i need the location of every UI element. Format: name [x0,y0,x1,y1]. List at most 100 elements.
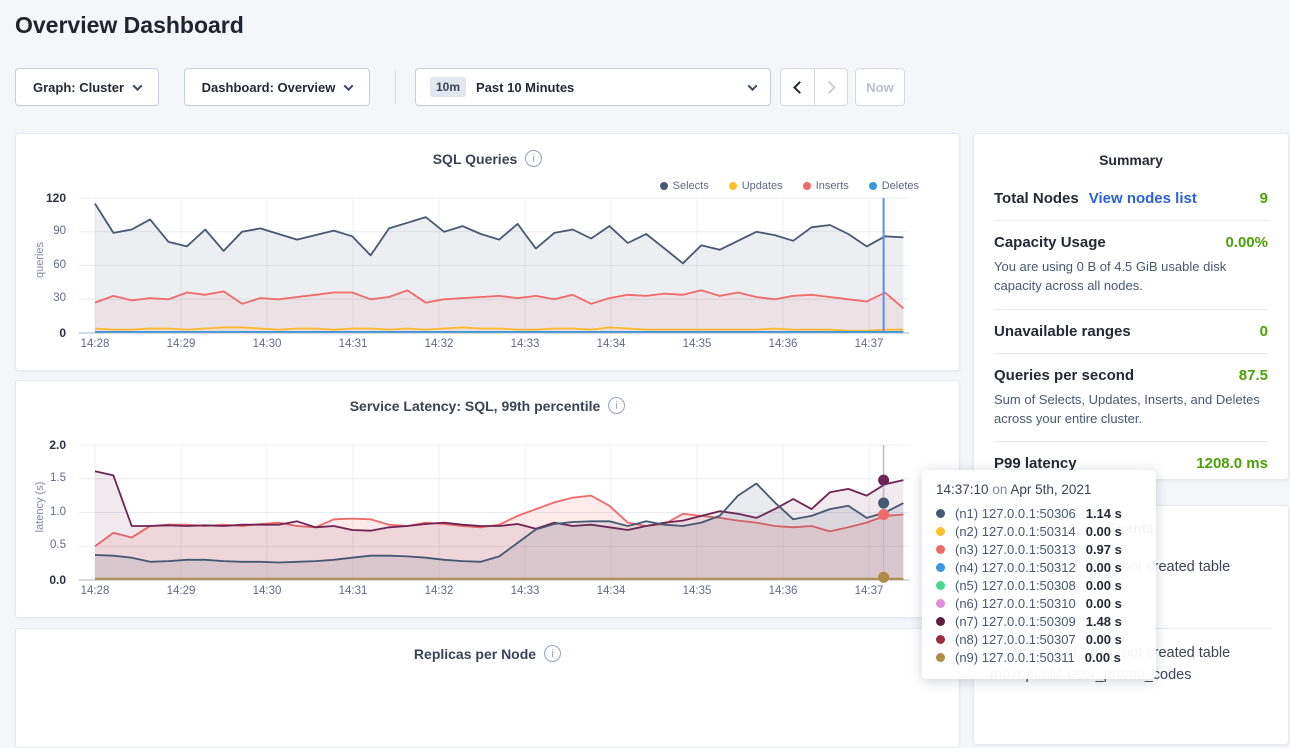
node-latency-value: 0.00 s [1086,578,1122,593]
legend-label: Inserts [816,180,849,192]
chevron-left-icon [793,81,806,94]
time-range-label: Past 10 Minutes [476,80,574,95]
now-button[interactable]: Now [855,68,905,106]
node-latency-value: 0.00 s [1085,650,1121,665]
y-tick: 30 [16,292,66,304]
node-latency-value: 0.97 s [1086,542,1122,557]
legend-dot-icon [869,182,877,190]
sql-queries-chart-card: SQL Queries i Selects Updates Inserts Delet… [15,133,960,371]
chart-title: SQL Queries [433,151,518,167]
node-address: (n8) 127.0.0.1:50307 [955,632,1076,647]
node-color-dot-icon [936,617,945,626]
chart-title: Service Latency: SQL, 99th percentile [350,398,601,414]
legend-item-updates[interactable]: Updates [729,180,783,192]
node-color-dot-icon [936,545,945,554]
y-tick: 60 [16,259,66,271]
y-tick: 0.0 [16,573,66,587]
chart-legend: Selects Updates Inserts Deletes [660,180,919,192]
node-color-dot-icon [936,581,945,590]
tooltip-node-row: (n7) 127.0.0.1:503091.48 s [936,612,1142,630]
divider [994,441,1268,442]
tooltip-node-row: (n4) 127.0.0.1:50312 0.00 s [936,558,1142,576]
node-address: (n1) 127.0.0.1:50306 [955,506,1076,521]
node-color-dot-icon [936,635,945,644]
qps-label: Queries per second [994,367,1134,384]
node-color-dot-icon [936,527,945,536]
tooltip-node-row: (n8) 127.0.0.1:503070.00 s [936,630,1142,648]
time-step-forward-button[interactable] [814,69,847,105]
node-latency-value: 0.00 s [1086,524,1122,539]
dashboard-dropdown[interactable]: Dashboard: Overview [184,68,370,106]
x-tick: 14:31 [328,585,378,597]
node-color-dot-icon [936,563,945,572]
x-tick: 14:34 [586,585,636,597]
node-address: (n4) 127.0.0.1:50312 [955,560,1076,575]
time-step-button-group [780,68,848,106]
node-latency-value: 0.00 s [1086,560,1122,575]
tooltip-node-row: (n6) 127.0.0.1:503100.00 s [936,594,1142,612]
node-address: (n7) 127.0.0.1:50309 [955,614,1076,629]
divider [994,353,1268,354]
x-tick: 14:29 [156,338,206,350]
capacity-description: You are using 0 B of 4.5 GiB usable disk… [994,258,1268,296]
legend-item-deletes[interactable]: Deletes [869,180,919,192]
x-tick: 14:28 [70,585,120,597]
y-tick: 120 [16,191,66,205]
total-nodes-label: Total Nodes [994,190,1079,207]
legend-item-selects[interactable]: Selects [660,180,709,192]
info-icon[interactable]: i [544,645,561,662]
x-tick: 14:33 [500,585,550,597]
x-tick: 14:35 [672,585,722,597]
graph-dropdown[interactable]: Graph: Cluster [15,68,159,106]
divider [994,220,1268,221]
y-tick: 0 [16,326,66,340]
summary-row-unavailable: Unavailable ranges 0 [994,323,1268,340]
chevron-down-icon [344,81,354,91]
view-nodes-list-link[interactable]: View nodes list [1089,190,1197,207]
replicas-chart-card: Replicas per Node i [15,628,960,748]
x-axis-ticks: 14:2814:2914:3014:3114:3214:3314:3414:35… [79,338,909,354]
node-address: (n5) 127.0.0.1:50308 [955,578,1076,593]
chart-hover-tooltip: 14:37:10 on Apr 5th, 2021 (n1) 127.0.0.1… [922,470,1156,679]
legend-label: Updates [742,180,783,192]
info-icon[interactable]: i [608,397,625,414]
qps-value: 87.5 [1239,367,1268,384]
time-range-dropdown[interactable]: 10m Past 10 Minutes [415,68,771,106]
x-tick: 14:37 [844,585,894,597]
summary-row-capacity: Capacity Usage 0.00% [994,234,1268,251]
node-color-dot-icon [936,599,945,608]
chevron-right-icon [823,81,836,94]
legend-label: Selects [673,180,709,192]
toolbar-divider [395,70,396,104]
chevron-down-icon [133,81,143,91]
y-tick: 2.0 [16,438,66,452]
y-tick: 1.0 [16,506,66,518]
x-tick: 14:36 [758,585,808,597]
p99-value: 1208.0 ms [1196,455,1268,472]
x-tick: 14:35 [672,338,722,350]
node-address: (n9) 127.0.0.1:50311 [955,650,1075,665]
legend-item-inserts[interactable]: Inserts [803,180,849,192]
info-icon[interactable]: i [525,150,542,167]
x-axis-ticks: 14:2814:2914:3014:3114:3214:3314:3414:35… [79,585,909,601]
y-axis-ticks: 0306090120 [16,194,72,336]
graph-dropdown-label: Graph: Cluster [33,80,124,95]
x-tick: 14:32 [414,585,464,597]
summary-row-qps: Queries per second 87.5 [994,367,1268,384]
x-tick: 14:34 [586,338,636,350]
tooltip-node-row: (n5) 127.0.0.1:50308 0.00 s [936,576,1142,594]
sql-queries-plot[interactable] [79,194,909,336]
dashboard-dropdown-label: Dashboard: Overview [202,80,336,95]
x-tick: 14:32 [414,338,464,350]
x-tick: 14:31 [328,338,378,350]
legend-dot-icon [803,182,811,190]
x-tick: 14:37 [844,338,894,350]
service-latency-plot[interactable] [79,441,909,583]
node-address: (n2) 127.0.0.1:50314 [955,524,1076,539]
time-range-badge: 10m [430,77,466,97]
time-step-back-button[interactable] [781,69,814,105]
chevron-down-icon [748,81,758,91]
node-address: (n3) 127.0.0.1:50313 [955,542,1076,557]
tooltip-node-row: (n2) 127.0.0.1:50314 0.00 s [936,522,1142,540]
y-tick: 90 [16,225,66,237]
